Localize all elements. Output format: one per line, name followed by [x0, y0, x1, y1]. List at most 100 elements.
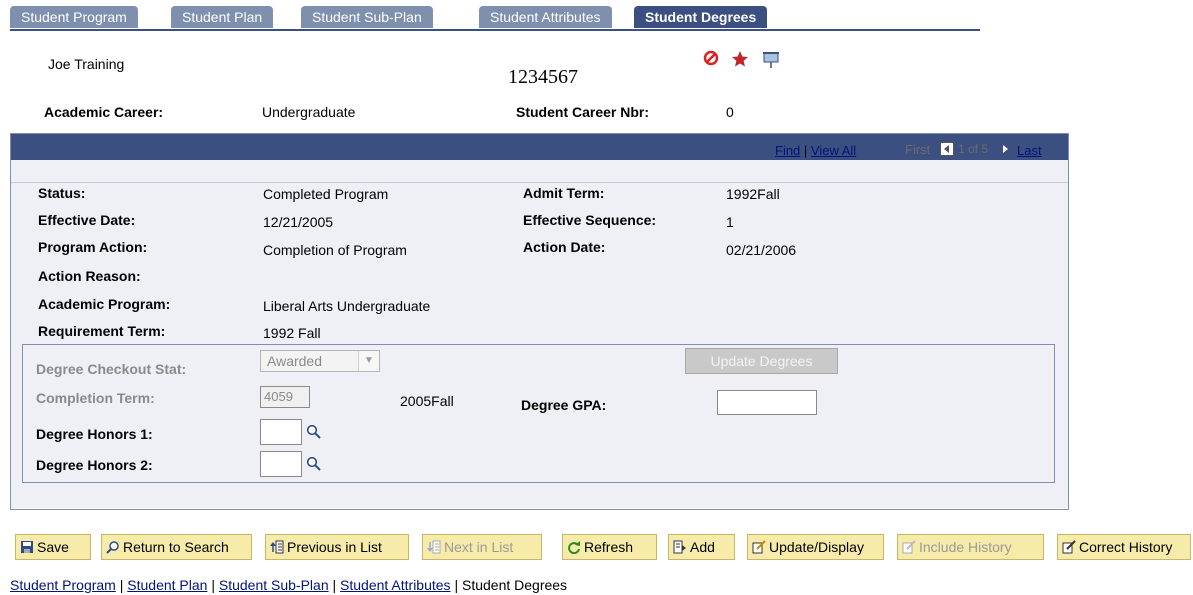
degree-gpa-label: Degree GPA: — [521, 397, 607, 413]
button-label: Include History — [919, 539, 1012, 555]
degree-honors1-input[interactable] — [260, 419, 302, 445]
requirement-term-value: 1992 Fall — [263, 325, 321, 341]
return-to-search-button[interactable]: Return to Search — [101, 534, 252, 560]
refresh-icon — [567, 537, 581, 555]
select-value: Awarded — [267, 353, 323, 369]
effective-date-label: Effective Date: — [38, 212, 136, 228]
next-in-list-button[interactable]: Next in List — [422, 534, 542, 560]
prev-arrow-icon[interactable] — [940, 142, 954, 159]
tab-label: Student Sub-Plan — [312, 9, 422, 25]
tab-label: Student Plan — [182, 9, 263, 25]
degree-checkout-label: Degree Checkout Stat: — [36, 361, 187, 377]
nav-row — [11, 160, 1068, 182]
tab-underline — [10, 29, 980, 31]
career-nbr-label: Student Career Nbr: — [516, 104, 650, 120]
update-display-button[interactable]: Update/Display — [747, 534, 884, 560]
program-action-value: Completion of Program — [263, 242, 407, 258]
tab-student-program[interactable]: Student Program — [10, 6, 138, 28]
bottom-link-student-sub-plan[interactable]: Student Sub-Plan — [219, 577, 329, 593]
bottom-link-student-program[interactable]: Student Program — [10, 577, 116, 593]
button-label: Update/Display — [769, 539, 864, 555]
next-list-icon — [427, 537, 441, 554]
search-icon[interactable] — [306, 424, 322, 440]
button-label: Next in List — [444, 539, 514, 555]
degree-honors1-label: Degree Honors 1: — [36, 426, 153, 442]
action-date-value: 02/21/2006 — [726, 242, 797, 258]
bottom-current-page: Student Degrees — [461, 577, 568, 593]
view-all-link[interactable]: View All — [811, 143, 856, 158]
program-action-label: Program Action: — [38, 239, 148, 255]
effective-date-value: 12/21/2005 — [263, 214, 334, 230]
status-label: Status: — [38, 185, 86, 201]
bottom-nav: Student Program | Student Plan | Student… — [10, 577, 567, 593]
correct-history-icon — [1062, 537, 1076, 554]
tab-student-sub-plan[interactable]: Student Sub-Plan — [301, 6, 433, 28]
tab-student-plan[interactable]: Student Plan — [171, 6, 274, 28]
degree-gpa-input[interactable] — [717, 390, 817, 415]
degree-checkout-select[interactable]: Awarded ▼ — [260, 350, 380, 372]
tab-student-attributes[interactable]: Student Attributes — [479, 6, 612, 28]
button-label: Return to Search — [123, 539, 229, 555]
tab-student-degrees[interactable]: Student Degrees — [634, 6, 768, 28]
academic-program-label: Academic Program: — [38, 296, 171, 312]
presentation-icon[interactable] — [762, 51, 780, 72]
requirement-term-label: Requirement Term: — [38, 323, 166, 339]
separator: | — [207, 577, 219, 593]
search-icon — [106, 537, 120, 554]
tab-label: Student Program — [21, 9, 127, 25]
first-link[interactable]: First — [905, 142, 930, 157]
button-label: Refresh — [584, 539, 634, 555]
tab-label: Student Degrees — [645, 9, 757, 25]
admit-term-label: Admit Term: — [523, 185, 605, 201]
previous-list-icon — [270, 537, 284, 554]
history-icon — [902, 537, 916, 554]
separator: | — [115, 577, 128, 593]
completion-term-desc: 2005Fall — [400, 393, 454, 409]
page-indicator: 1 of 5 — [958, 142, 989, 156]
action-reason-label: Action Reason: — [38, 268, 141, 284]
tab-bar: Student Program Student Plan Student Sub… — [10, 6, 980, 30]
search-icon[interactable] — [306, 456, 322, 472]
nav-links: Find | View All — [775, 143, 856, 158]
separator: | — [800, 143, 811, 158]
save-icon — [20, 537, 34, 553]
no-entry-icon[interactable] — [703, 50, 719, 69]
star-icon[interactable] — [731, 50, 749, 71]
degree-honors2-label: Degree Honors 2: — [36, 457, 153, 473]
effective-seq-label: Effective Sequence: — [523, 212, 657, 228]
edit-icon — [752, 537, 766, 554]
career-nbr-value: 0 — [726, 104, 734, 120]
student-name: Joe Training — [48, 56, 125, 72]
academic-career-value: Undergraduate — [262, 104, 356, 120]
include-history-button[interactable]: Include History — [897, 534, 1044, 560]
effective-seq-value: 1 — [726, 214, 734, 230]
completion-term-input[interactable]: 4059 — [260, 386, 310, 408]
button-label: Save — [37, 539, 69, 555]
button-label: Previous in List — [287, 539, 382, 555]
academic-program-value: Liberal Arts Undergraduate — [263, 298, 431, 314]
add-icon — [673, 537, 687, 554]
next-arrow-icon[interactable] — [998, 142, 1012, 159]
pager: First 1 of 5 Last — [905, 142, 1042, 158]
last-link[interactable]: Last — [1017, 143, 1042, 158]
bottom-link-student-plan[interactable]: Student Plan — [127, 577, 207, 593]
button-label: Add — [690, 539, 715, 555]
previous-in-list-button[interactable]: Previous in List — [265, 534, 409, 560]
add-button[interactable]: Add — [668, 534, 735, 560]
degree-honors2-input[interactable] — [260, 451, 302, 477]
completion-term-label: Completion Term: — [36, 390, 155, 406]
student-id: 1234567 — [508, 66, 578, 88]
save-button[interactable]: Save — [15, 534, 91, 560]
admit-term-value: 1992Fall — [726, 186, 780, 202]
correct-history-button[interactable]: Correct History — [1057, 534, 1191, 560]
chevron-down-icon: ▼ — [358, 351, 379, 371]
tab-label: Student Attributes — [490, 9, 601, 25]
update-degrees-button[interactable]: Update Degrees — [685, 348, 838, 374]
refresh-button[interactable]: Refresh — [562, 534, 657, 560]
find-link[interactable]: Find — [775, 143, 800, 158]
academic-career-label: Academic Career: — [44, 104, 164, 120]
status-value: Completed Program — [263, 186, 389, 202]
bottom-link-student-attributes[interactable]: Student Attributes — [340, 577, 451, 593]
separator: | — [450, 577, 462, 593]
button-label: Correct History — [1079, 539, 1173, 555]
